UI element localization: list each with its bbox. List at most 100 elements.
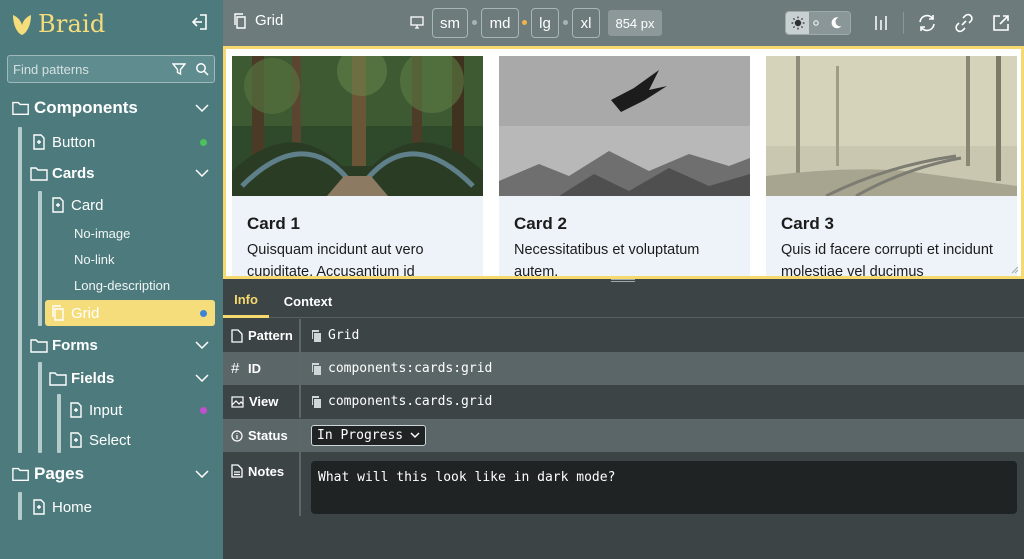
chevron-down-icon xyxy=(410,432,420,439)
sun-icon[interactable] xyxy=(786,12,810,34)
info-key: View xyxy=(223,385,301,418)
info-key-notes: Notes xyxy=(223,452,301,516)
tree-item-select[interactable]: Select xyxy=(67,427,131,453)
tree-item-no-image[interactable]: No-image xyxy=(74,220,130,246)
tree-line xyxy=(18,127,22,453)
card-description: Necessitatibus et voluptatum autem. xyxy=(514,242,700,279)
file-icon xyxy=(30,498,48,516)
card-title: Card 3 xyxy=(781,214,834,233)
status-dot xyxy=(200,407,207,414)
tree-item-label: Home xyxy=(52,498,93,516)
file-icon xyxy=(49,196,67,214)
tree-item-label: Pages xyxy=(34,464,85,483)
tree-item-cards[interactable]: Cards xyxy=(30,160,95,186)
tree-item-input[interactable]: Input xyxy=(67,397,122,423)
breakpoint-xl-button[interactable]: xl xyxy=(572,8,600,38)
sidebar: Braid Components Button xyxy=(0,0,223,559)
panel-tabs: Info Context xyxy=(223,284,1024,318)
tree-item-fields[interactable]: Fields xyxy=(49,365,114,391)
file-icon xyxy=(67,431,85,449)
tree-item-home[interactable]: Home xyxy=(30,494,92,520)
tree-item-no-link[interactable]: No-link xyxy=(74,246,114,272)
breakpoint-dot xyxy=(563,20,568,25)
folder-open-icon xyxy=(12,465,30,483)
card-image-bridge xyxy=(232,56,483,196)
breakpoint-lg-button[interactable]: lg xyxy=(531,8,559,38)
moon-icon[interactable] xyxy=(822,12,850,34)
collapse-sidebar-button[interactable] xyxy=(188,11,212,33)
card-description: Quisquam incidunt aut vero cupiditate. A… xyxy=(247,242,424,279)
chevron-down-icon[interactable] xyxy=(193,338,211,352)
filter-icon[interactable] xyxy=(171,61,187,77)
card-3[interactable]: Card 3 Quis id facere corrupti et incidu… xyxy=(766,56,1017,276)
card-image-bird xyxy=(499,56,750,196)
viewport-width-badge: 854 px xyxy=(608,10,662,36)
breakpoint-md-button[interactable]: md xyxy=(481,8,519,38)
tree-item-label: No-link xyxy=(74,251,115,267)
tree-item-pages[interactable]: Pages xyxy=(12,461,84,487)
pattern-preview: Card 1 Quisquam incidunt aut vero cupidi… xyxy=(223,46,1024,279)
card-title: Card 1 xyxy=(247,214,300,233)
notes-textarea[interactable]: What will this look like in dark mode? xyxy=(311,461,1017,514)
card-title: Card 2 xyxy=(514,214,567,233)
copy-icon[interactable] xyxy=(311,362,322,375)
collapse-sidebar-icon xyxy=(191,14,207,30)
tree-item-card[interactable]: Card xyxy=(49,192,104,218)
tab-info[interactable]: Info xyxy=(223,284,269,318)
search-box xyxy=(7,55,215,83)
info-row-status: Status In Progress xyxy=(223,419,1024,452)
chevron-down-icon[interactable] xyxy=(193,371,211,385)
info-circle-icon xyxy=(231,429,243,442)
desktop-icon xyxy=(410,16,424,29)
info-key: Status xyxy=(223,419,301,452)
tree-item-label: Components xyxy=(34,98,138,117)
tree-item-button[interactable]: Button xyxy=(30,129,95,155)
tree-line xyxy=(18,492,22,520)
resize-grip-icon[interactable] xyxy=(1011,266,1019,274)
theme-auto-dot[interactable] xyxy=(809,12,823,34)
braid-logo-icon xyxy=(13,15,31,35)
search-input[interactable] xyxy=(13,60,163,78)
search-icon[interactable] xyxy=(194,61,210,77)
breakpoint-sm-button[interactable]: sm xyxy=(432,8,468,38)
tree-item-grid[interactable]: Grid xyxy=(49,300,99,326)
tree-item-long-description[interactable]: Long-description xyxy=(74,272,170,298)
tree-line xyxy=(38,191,42,326)
image-icon xyxy=(231,395,244,408)
chevron-down-icon[interactable] xyxy=(193,467,211,481)
info-key: # ID xyxy=(223,352,301,385)
theme-toggle[interactable] xyxy=(785,11,851,35)
brand[interactable]: Braid xyxy=(10,8,105,40)
info-value: Grid xyxy=(311,319,359,352)
info-value: components.cards.grid xyxy=(311,385,492,418)
tree-item-forms[interactable]: Forms xyxy=(30,332,98,358)
file-icon xyxy=(231,464,243,478)
tree-item-label: Card xyxy=(71,196,104,214)
tree-item-label: Button xyxy=(52,133,96,151)
chevron-down-icon[interactable] xyxy=(193,166,211,180)
app-name: Braid xyxy=(38,10,106,38)
folder-open-icon xyxy=(49,369,67,387)
copy-icon[interactable] xyxy=(311,395,322,408)
folder-open-icon xyxy=(30,336,48,354)
status-select[interactable]: In Progress xyxy=(311,425,426,446)
external-link-icon[interactable] xyxy=(988,11,1014,35)
chevron-down-icon[interactable] xyxy=(193,101,211,115)
copy-icon[interactable] xyxy=(311,329,322,342)
link-icon[interactable] xyxy=(951,11,977,35)
breakpoint-dot-active xyxy=(522,20,527,25)
info-row-pattern: Pattern Grid xyxy=(223,319,1024,352)
card-2[interactable]: Card 2 Necessitatibus et voluptatum aute… xyxy=(499,56,750,279)
tree-item-label: Fields xyxy=(71,369,115,387)
hash-icon: # xyxy=(231,360,240,377)
panel-resize-handle[interactable] xyxy=(611,279,635,282)
info-row-view: View components.cards.grid xyxy=(223,385,1024,418)
refresh-icon[interactable] xyxy=(914,11,940,35)
measure-icon[interactable] xyxy=(868,11,894,35)
tree-item-label: Select xyxy=(89,431,131,449)
tree-item-components[interactable]: Components xyxy=(12,95,138,121)
tree-item-label: Grid xyxy=(71,304,100,322)
card-1[interactable]: Card 1 Quisquam incidunt aut vero cupidi… xyxy=(232,56,483,279)
folder-open-icon xyxy=(30,164,48,182)
tab-context[interactable]: Context xyxy=(278,284,338,318)
